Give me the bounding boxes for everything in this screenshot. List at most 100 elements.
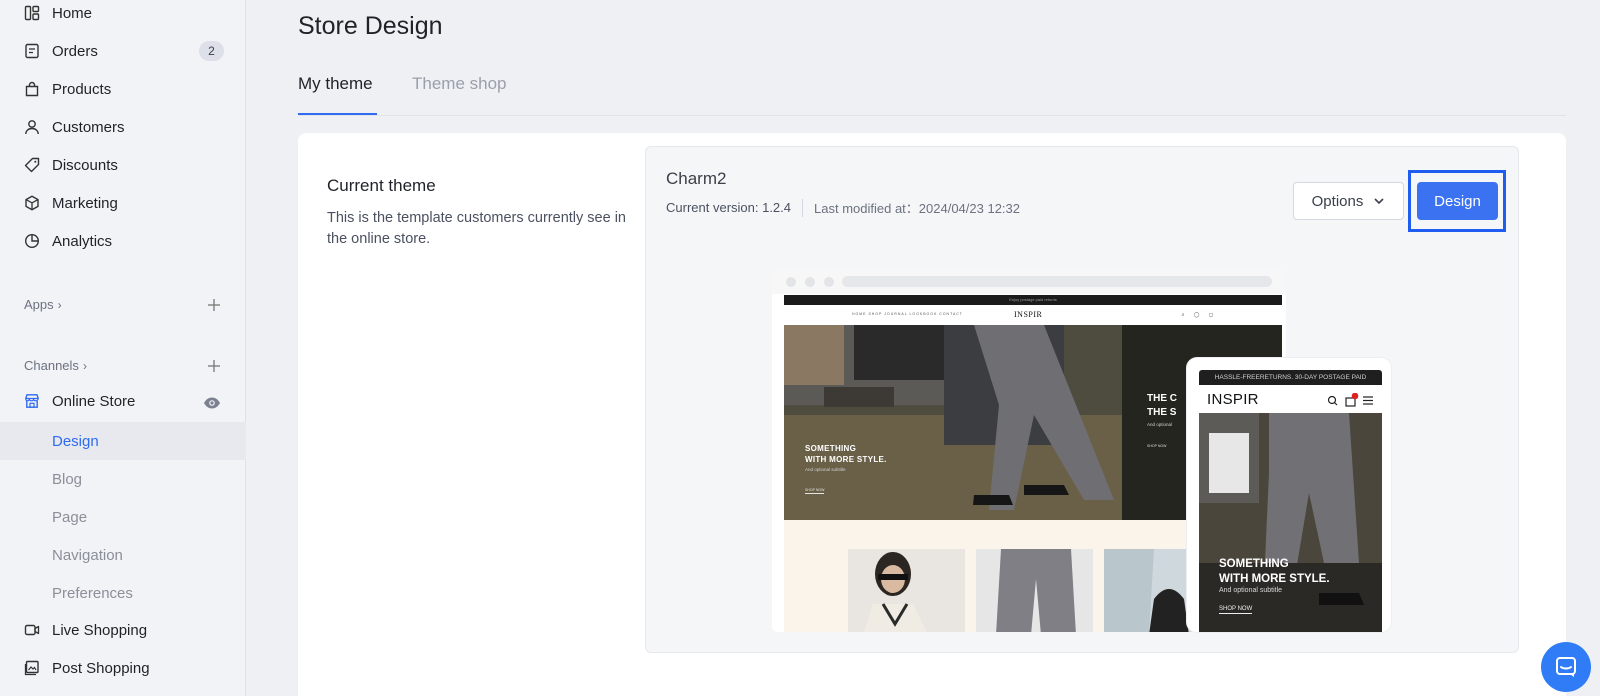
sidebar-subitem-blog[interactable]: Blog bbox=[0, 460, 246, 498]
theme-version: Current version: 1.2.4 bbox=[666, 200, 792, 215]
mobile-header-icons bbox=[1327, 393, 1373, 407]
home-icon bbox=[24, 5, 40, 21]
sidebar-item-label: Orders bbox=[52, 42, 98, 60]
theme-name: Charm2 bbox=[666, 169, 727, 188]
apps-section-label[interactable]: Apps › bbox=[24, 297, 62, 312]
bag-icon bbox=[24, 81, 40, 97]
sidebar-item-customers[interactable]: Customers bbox=[0, 108, 246, 146]
mobile-hero-shop-link: SHOP NOW bbox=[1219, 606, 1253, 614]
mobile-announcement: HASSLE-FREERETURNS. 30-DAY POSTAGE PAID bbox=[1199, 370, 1382, 385]
active-tab-indicator bbox=[298, 113, 377, 115]
hero-right-title: THE C THE S bbox=[1147, 392, 1177, 420]
sidebar-item-discounts[interactable]: Discounts bbox=[0, 146, 246, 184]
tab-my-theme[interactable]: My theme bbox=[298, 74, 373, 94]
sidebar-item-analytics[interactable]: Analytics bbox=[0, 222, 246, 260]
browser-dot bbox=[805, 277, 815, 287]
browser-dot bbox=[786, 277, 796, 287]
channels-label: Channels bbox=[24, 358, 79, 373]
sidebar-item-products[interactable]: Products bbox=[0, 70, 246, 108]
mobile-hero-subtitle: And optional subtitle bbox=[1219, 587, 1283, 594]
chevron-right-icon: › bbox=[57, 297, 62, 312]
current-theme-heading: Current theme bbox=[327, 176, 436, 195]
mobile-logo: INSPIR bbox=[1207, 391, 1259, 408]
sidebar-subitem-label: Blog bbox=[52, 470, 83, 488]
sidebar-item-label: Home bbox=[52, 4, 93, 22]
sidebar-subitem-page[interactable]: Page bbox=[0, 498, 246, 536]
orders-count-badge: 2 bbox=[199, 41, 224, 61]
mobile-hero-line: WITH MORE STYLE. bbox=[1219, 573, 1330, 585]
browser-dot bbox=[824, 277, 834, 287]
browser-bar bbox=[772, 270, 1286, 294]
sidebar-item-label: Products bbox=[52, 80, 112, 98]
eye-icon[interactable] bbox=[203, 396, 221, 410]
add-app-plus-icon[interactable] bbox=[207, 298, 221, 312]
sidebar-item-label: Marketing bbox=[52, 194, 118, 212]
sidebar-item-marketing[interactable]: Marketing bbox=[0, 184, 246, 222]
options-dropdown-button[interactable]: Options bbox=[1293, 182, 1404, 220]
preview-nav-icons: ⌕ ◯ ◻ bbox=[1181, 312, 1217, 318]
hero-right-line: THE C bbox=[1147, 393, 1177, 404]
sidebar-item-orders[interactable]: Orders 2 bbox=[0, 32, 246, 70]
pie-chart-icon bbox=[24, 233, 40, 249]
mobile-hero-photo bbox=[1199, 413, 1382, 632]
sidebar-subitem-navigation[interactable]: Navigation bbox=[0, 536, 246, 574]
hero-right-line: THE S bbox=[1147, 407, 1177, 418]
meta-divider bbox=[802, 198, 804, 217]
apps-label: Apps bbox=[24, 297, 54, 312]
product-thumbnail bbox=[848, 549, 965, 632]
design-label: Design bbox=[1434, 192, 1481, 210]
chevron-down-icon bbox=[1374, 198, 1384, 205]
preview-nav: HOME SHOP JOURNAL LOOKBOOK CONTACT INSPI… bbox=[784, 305, 1282, 325]
product-thumbnail bbox=[976, 549, 1093, 632]
mobile-hero-title: SOMETHING WITH MORE STYLE. bbox=[1219, 557, 1330, 587]
theme-meta: Current version: 1.2.4 Last modified at：… bbox=[666, 198, 1020, 217]
add-channel-plus-icon[interactable] bbox=[207, 359, 221, 373]
tab-theme-shop[interactable]: Theme shop bbox=[412, 74, 507, 94]
mobile-hero: SOMETHING WITH MORE STYLE. And optional … bbox=[1199, 413, 1382, 632]
sidebar-item-label: Analytics bbox=[52, 232, 113, 250]
chevron-right-icon: › bbox=[82, 358, 87, 373]
channels-section-label[interactable]: Channels › bbox=[24, 358, 87, 373]
current-theme-description: This is the template customers currently… bbox=[327, 210, 626, 247]
url-bar bbox=[842, 276, 1272, 287]
sidebar-item-live-shopping[interactable]: Live Shopping bbox=[0, 611, 246, 649]
design-button[interactable]: Design bbox=[1417, 182, 1498, 220]
support-chat-button[interactable] bbox=[1541, 642, 1591, 692]
sidebar-subitem-preferences[interactable]: Preferences bbox=[0, 574, 246, 612]
hero-shop-link: SHOP NOW bbox=[805, 488, 825, 494]
sidebar-item-label: Online Store bbox=[52, 392, 136, 410]
preview-nav-links: HOME SHOP JOURNAL LOOKBOOK CONTACT bbox=[852, 312, 963, 316]
sidebar-item-label: Post Shopping bbox=[52, 659, 150, 677]
hero-title: SOMETHING WITH MORE STYLE. bbox=[805, 443, 887, 465]
sidebar-item-label: Discounts bbox=[52, 156, 118, 174]
sidebar: Home Orders 2 Products Customers Discoun… bbox=[0, 0, 246, 696]
tab-divider bbox=[298, 115, 1566, 116]
hero-right-shop: SHOP NOW bbox=[1147, 444, 1167, 448]
cube-icon bbox=[24, 195, 40, 211]
orders-icon bbox=[24, 43, 40, 59]
video-icon bbox=[24, 622, 40, 638]
sidebar-subitem-design[interactable]: Design bbox=[0, 422, 246, 460]
options-label: Options bbox=[1311, 192, 1364, 210]
mobile-theme-preview: HASSLE-FREERETURNS. 30-DAY POSTAGE PAID … bbox=[1187, 358, 1391, 632]
sidebar-subitem-label: Page bbox=[52, 508, 88, 526]
sidebar-item-post-shopping[interactable]: Post Shopping bbox=[0, 649, 246, 687]
sidebar-subitem-label: Navigation bbox=[52, 546, 123, 564]
chat-icon bbox=[1556, 657, 1576, 677]
store-icon bbox=[24, 393, 40, 409]
hero-title-line: SOMETHING bbox=[805, 444, 857, 453]
post-icon bbox=[24, 660, 40, 676]
sidebar-item-label: Customers bbox=[52, 118, 125, 136]
sidebar-subitem-label: Design bbox=[52, 432, 99, 450]
preview-announcement: Enjoy postage paid returns bbox=[784, 295, 1282, 305]
person-icon bbox=[24, 119, 40, 135]
hero-title-line: WITH MORE STYLE. bbox=[805, 455, 887, 464]
preview-logo: INSPIR bbox=[1014, 310, 1043, 319]
hero-right-subtitle: And optional bbox=[1147, 422, 1173, 427]
sidebar-item-home[interactable]: Home bbox=[0, 0, 246, 32]
mobile-hero-line: SOMETHING bbox=[1219, 558, 1289, 570]
hero-subtitle: And optional subtitle bbox=[805, 467, 846, 472]
sidebar-subitem-label: Preferences bbox=[52, 584, 133, 602]
page-title: Store Design bbox=[298, 12, 443, 40]
tag-icon bbox=[24, 157, 40, 173]
